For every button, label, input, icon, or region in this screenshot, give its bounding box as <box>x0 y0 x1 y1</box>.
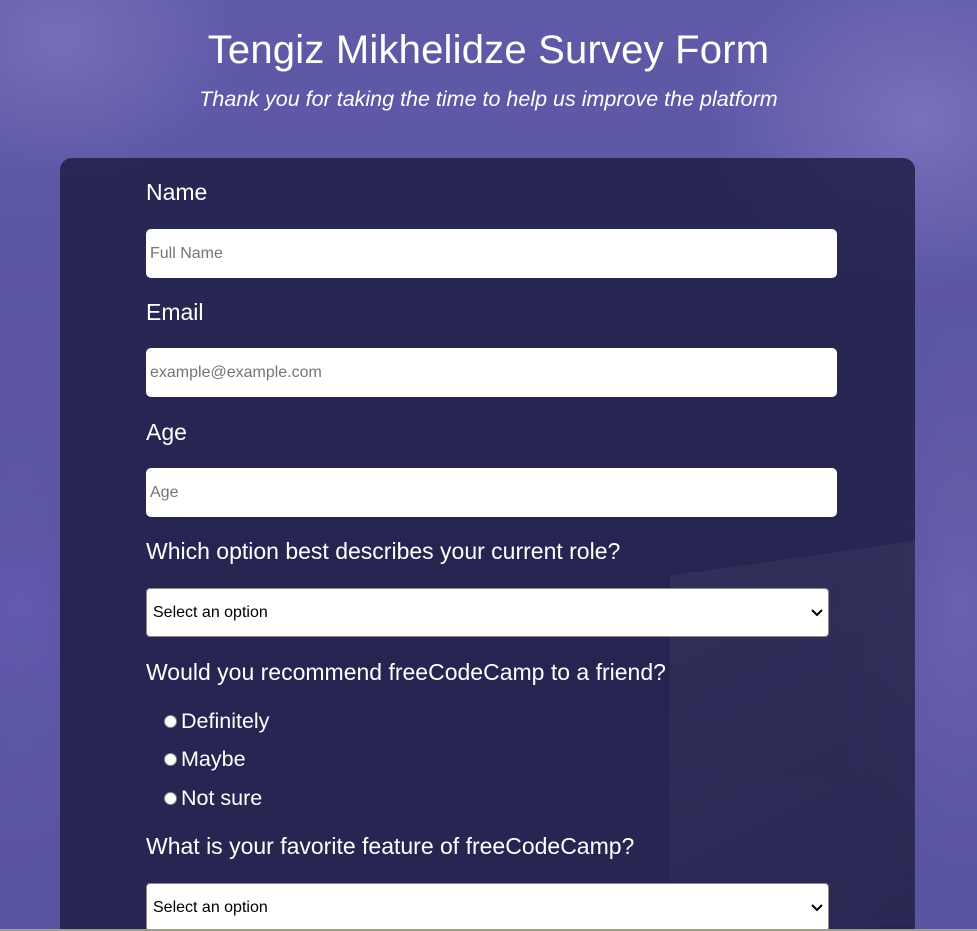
age-label: Age <box>146 419 187 445</box>
feature-dropdown[interactable]: Select an option <box>146 883 829 931</box>
email-input[interactable] <box>146 348 837 397</box>
survey-form: Name Email Age Which option best describ… <box>60 158 915 931</box>
name-label: Name <box>146 179 208 205</box>
chevron-down-icon <box>810 901 824 915</box>
radio-button-definitely[interactable] <box>164 714 177 728</box>
radio-label-definitely: Definitely <box>181 709 270 733</box>
feature-dropdown-value: Select an option <box>153 898 268 916</box>
age-input[interactable] <box>146 468 837 517</box>
role-dropdown[interactable]: Select an option <box>146 588 829 637</box>
radio-button-not-sure[interactable] <box>164 791 177 805</box>
role-dropdown-value: Select an option <box>153 603 268 621</box>
radio-option-maybe[interactable]: Maybe <box>164 746 246 772</box>
recommend-label: Would you recommend freeCodeCamp to a fr… <box>146 659 666 685</box>
radio-label-not-sure: Not sure <box>181 786 263 810</box>
radio-option-not-sure[interactable]: Not sure <box>164 785 262 811</box>
feature-label: What is your favorite feature of freeCod… <box>146 833 635 859</box>
radio-label-maybe: Maybe <box>181 747 246 771</box>
role-label: Which option best describes your current… <box>146 538 621 564</box>
page-title: Tengiz Mikhelidze Survey Form <box>207 28 770 72</box>
radio-option-definitely[interactable]: Definitely <box>164 708 269 734</box>
name-input[interactable] <box>146 229 837 278</box>
chevron-down-icon <box>810 606 824 620</box>
email-label: Email <box>146 299 204 325</box>
radio-button-maybe[interactable] <box>164 752 177 766</box>
page-header: Tengiz Mikhelidze Survey Form Thank you … <box>0 0 977 112</box>
page-description: Thank you for taking the time to help us… <box>199 87 778 111</box>
